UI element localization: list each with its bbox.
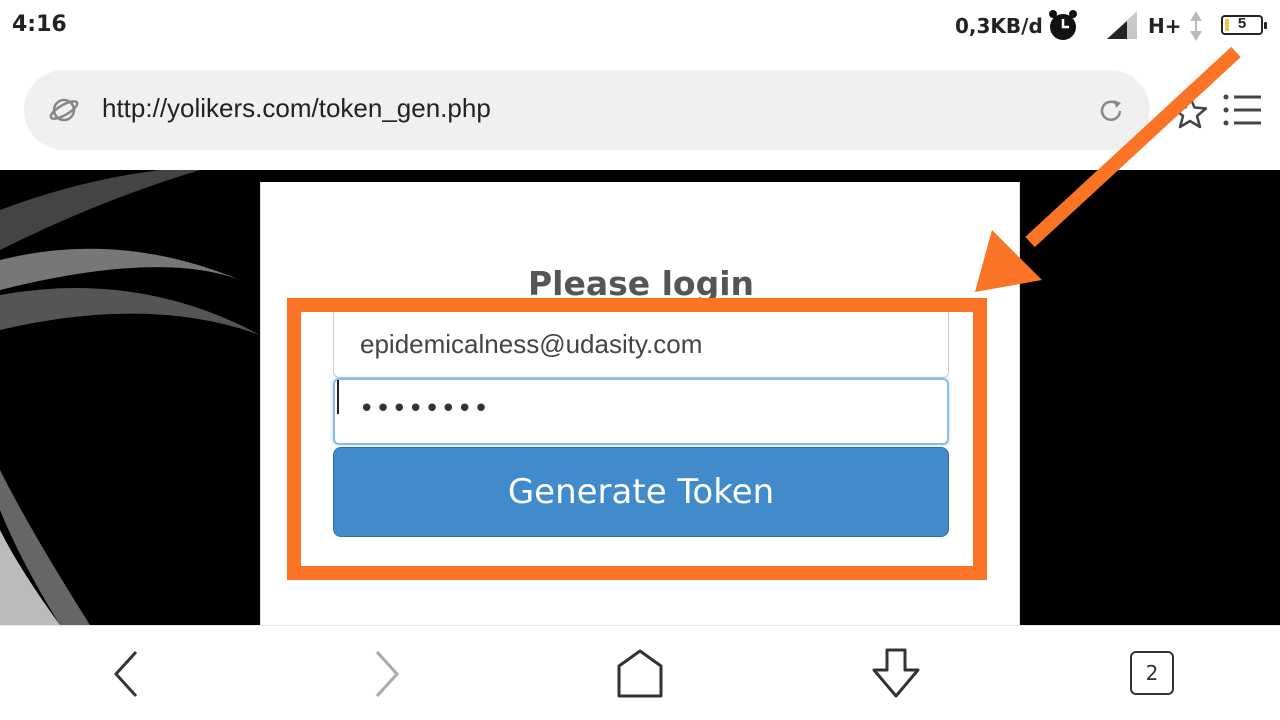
tabs-icon[interactable]: 2 [1130,651,1174,695]
status-time: 4:16 [12,12,67,37]
background-swirl-image [0,170,260,625]
url-text[interactable]: http://yolikers.com/token_gen.php [102,93,491,124]
home-icon[interactable] [610,646,670,702]
address-bar[interactable]: http://yolikers.com/token_gen.php [24,70,1150,150]
alarm-icon [1049,10,1077,40]
menu-icon[interactable] [1222,92,1262,128]
globe-icon [49,98,79,122]
browser-screen: 4:16 0,3KB/d H+ 5 http://yolikers.com/to… [0,0,1280,720]
network-type: H+ [1148,14,1182,38]
browser-toolbar: http://yolikers.com/token_gen.php [0,52,1280,170]
battery-level: 5 [1237,15,1247,32]
battery-icon: 5 [1221,15,1267,35]
bottom-nav: 2 [0,625,1280,720]
data-speed: 0,3KB/d [955,14,1043,38]
annotation-highlight-box [287,298,987,580]
back-icon[interactable] [98,646,158,702]
data-arrows-icon [1190,11,1202,41]
star-icon[interactable] [1172,94,1208,130]
forward-icon[interactable] [355,646,415,702]
download-icon[interactable] [866,646,926,702]
status-bar: 4:16 0,3KB/d H+ 5 [0,0,1280,52]
signal-icon [1107,11,1137,39]
reload-icon[interactable] [1096,96,1126,126]
